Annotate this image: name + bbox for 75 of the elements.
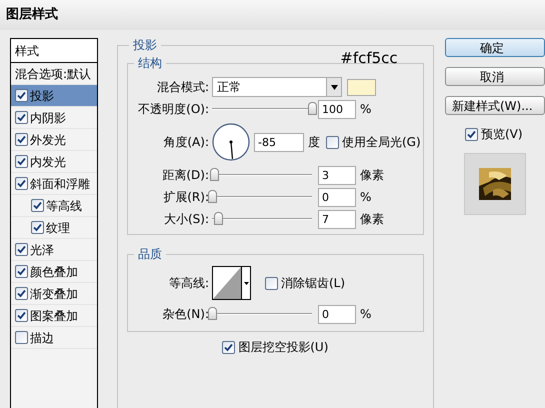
unit-label: 度 (308, 134, 320, 151)
checkmark-icon (17, 113, 26, 122)
checkbox-label: 图层挖空投影(U) (238, 339, 328, 356)
window-title: 图层样式 (6, 6, 58, 24)
unit-label: % (360, 189, 372, 206)
unit-label: % (360, 306, 372, 323)
slider-thumb[interactable] (208, 190, 217, 203)
panel-header: 样式 (11, 39, 97, 63)
value-field[interactable]: 0 (318, 304, 356, 324)
checkbox[interactable] (15, 265, 28, 278)
field-label: 混合模式: (156, 79, 210, 96)
checkbox[interactable] (15, 133, 28, 146)
slider-thumb[interactable] (208, 307, 217, 320)
checkmark-icon (17, 179, 26, 188)
checkbox[interactable] (265, 276, 278, 290)
value-field[interactable]: 7 (318, 210, 356, 228)
slider-thumb[interactable] (214, 212, 223, 225)
checkbox[interactable] (326, 136, 339, 148)
checkbox[interactable] (15, 89, 28, 102)
checkmark-icon (224, 342, 234, 352)
checkbox[interactable] (15, 287, 28, 300)
checkbox[interactable] (15, 111, 28, 124)
dialog-button[interactable]: 新建样式(W)... (445, 96, 545, 115)
checkmark-icon (17, 267, 26, 276)
style-list-item[interactable]: 投影 (11, 85, 97, 107)
value-field[interactable]: -85 (254, 132, 304, 152)
checkbox-label: 预览(V) (481, 126, 523, 143)
color-annotation: #fcf5cc (340, 50, 398, 66)
checkbox-label: 消除锯齿(L) (281, 275, 346, 292)
color-swatch[interactable] (347, 78, 376, 96)
dropdown-arrow-icon (330, 84, 338, 90)
checkmark-icon (17, 91, 26, 100)
checkbox-label: 使用全局光(G) (342, 134, 421, 151)
checkmark-icon (17, 289, 26, 298)
slider-thumb[interactable] (308, 102, 317, 115)
angle-dial[interactable] (212, 123, 250, 161)
group-title: 结构 (137, 55, 163, 72)
checkmark-icon (17, 135, 26, 144)
checkmark-icon (33, 201, 42, 210)
slider-thumb[interactable] (210, 168, 219, 181)
contour-picker[interactable] (212, 266, 251, 300)
field-label: 杂色(N): (162, 306, 210, 323)
checkmark-icon (17, 157, 26, 166)
unit-label: 像素 (360, 211, 384, 228)
group-title: 投影 (132, 37, 158, 54)
field-label: 等高线: (168, 275, 210, 292)
value-field[interactable]: 100 (318, 100, 356, 118)
group-title: 品质 (137, 246, 163, 263)
checkbox[interactable] (465, 128, 478, 140)
checkbox[interactable] (222, 340, 236, 354)
dropdown-arrow-icon (244, 282, 248, 284)
field-label: 扩展(R): (162, 189, 210, 206)
checkbox[interactable] (31, 221, 44, 234)
checkbox[interactable] (31, 199, 44, 212)
field-label: 不透明度(O): (137, 101, 210, 118)
dialog-button[interactable]: 取消 (445, 67, 545, 86)
checkbox[interactable] (15, 155, 28, 168)
checkbox[interactable] (15, 309, 28, 322)
checkmark-icon (467, 130, 476, 138)
value-field[interactable]: 0 (318, 188, 356, 206)
checkmark-icon (17, 245, 26, 254)
ok-button[interactable]: 确定 (445, 38, 545, 57)
blend-mode-dropdown[interactable]: 正常 (212, 77, 342, 97)
value-field[interactable]: 3 (318, 166, 356, 184)
checkmark-icon (17, 311, 26, 320)
unit-label: % (360, 101, 372, 118)
field-label: 角度(A): (162, 134, 210, 151)
unit-label: 像素 (360, 167, 384, 184)
checkbox[interactable] (15, 243, 28, 256)
contour-curve-icon (213, 267, 241, 299)
checkbox[interactable] (15, 177, 28, 190)
checkbox[interactable] (15, 331, 28, 344)
checkmark-icon (33, 223, 42, 232)
field-label: 距离(D): (161, 167, 210, 184)
field-label: 大小(S): (162, 211, 210, 228)
